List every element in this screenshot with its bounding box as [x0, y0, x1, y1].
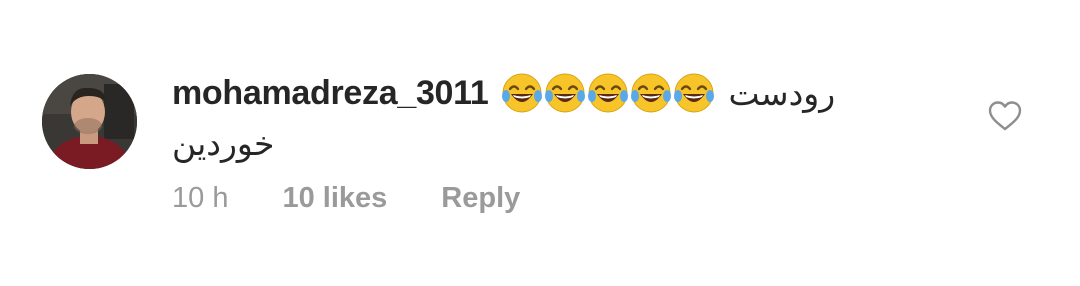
comment-item: mohamadreza_3011 رودست خوردین 10 h 10 li…: [0, 0, 1080, 286]
likes-count[interactable]: 10 likes: [282, 182, 387, 215]
avatar-image: [42, 74, 137, 169]
username-link[interactable]: mohamadreza_3011: [172, 74, 489, 113]
face-with-tears-of-joy-icon: [501, 73, 542, 113]
heart-outline-icon[interactable]: [988, 100, 1022, 132]
comment-text-part2: خوردین: [172, 124, 275, 163]
timestamp: 10 h: [172, 182, 229, 214]
face-with-tears-of-joy-icon: [630, 73, 671, 113]
face-with-tears-of-joy-icon: [673, 73, 714, 113]
comment-text-part1: رودست: [728, 73, 836, 113]
comment-body: mohamadreza_3011 رودست خوردین: [172, 68, 892, 168]
avatar[interactable]: [42, 74, 137, 169]
comment-meta: 10 h 10 likes Reply: [172, 182, 520, 215]
emoji-group: [501, 72, 715, 114]
face-with-tears-of-joy-icon: [587, 73, 628, 113]
reply-button[interactable]: Reply: [441, 182, 520, 215]
comment-first-line: mohamadreza_3011 رودست: [172, 68, 892, 118]
face-with-tears-of-joy-icon: [544, 73, 585, 113]
